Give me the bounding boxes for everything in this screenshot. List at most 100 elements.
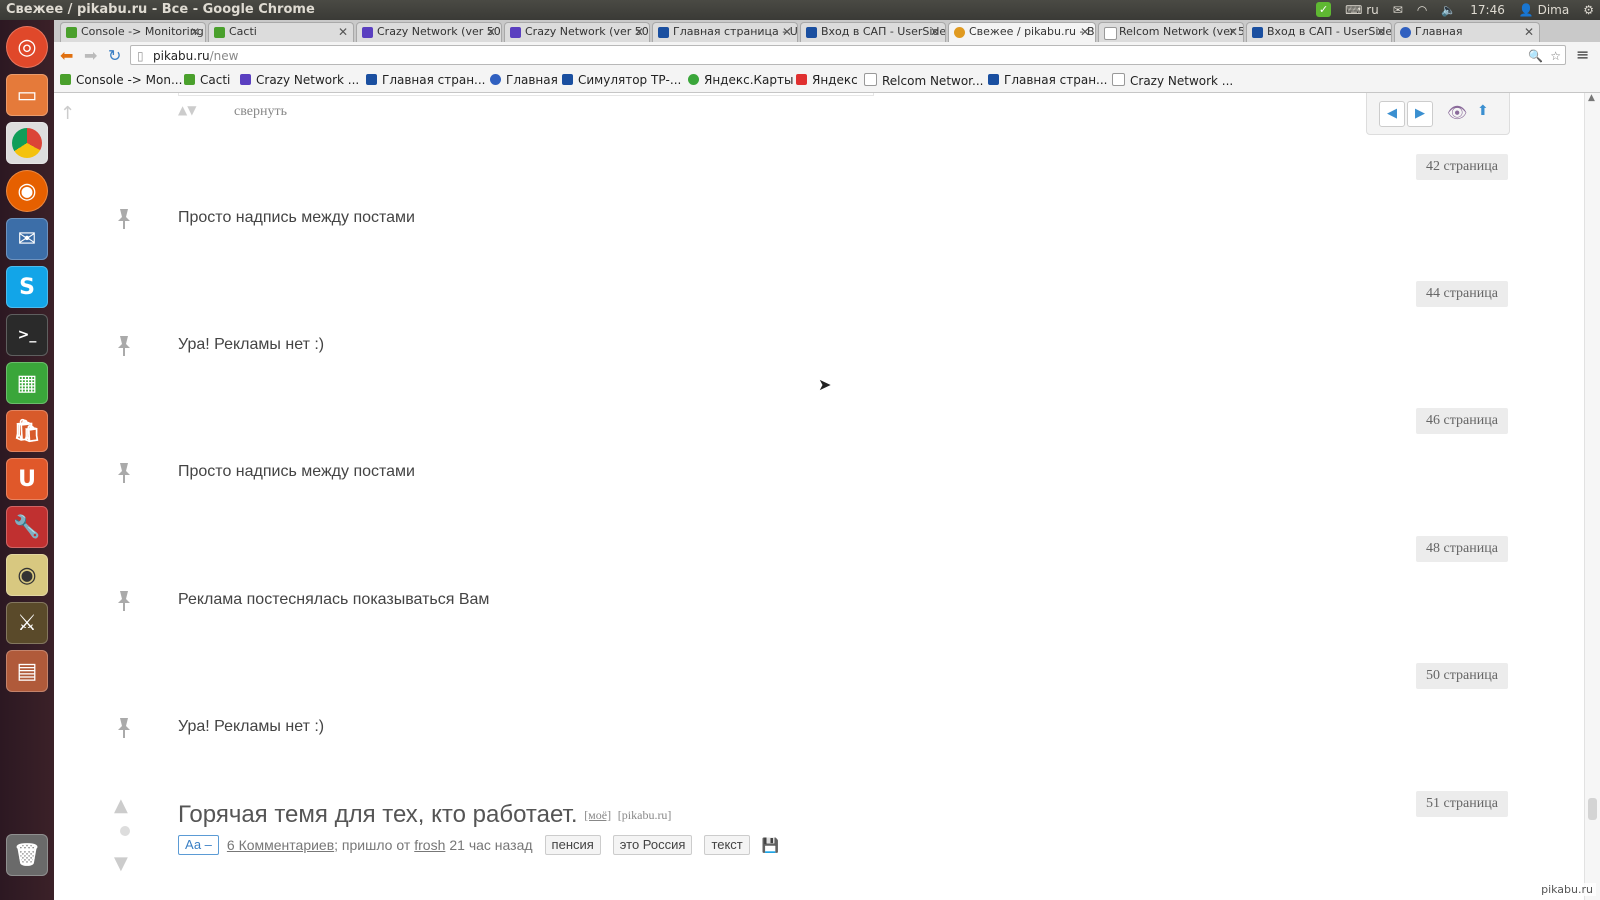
close-tab-icon[interactable]: ✕ [190,23,200,41]
update-ok-icon[interactable]: ✓ [1316,2,1332,17]
close-tab-icon[interactable]: ✕ [486,23,496,41]
rate-down-icon[interactable]: ▼ [114,853,128,874]
vote-up-icon[interactable]: ▲▼ [178,103,196,117]
tab-7[interactable]: Relcom Network (ver 5 ✕ [1098,22,1244,42]
thunderbird-icon[interactable]: ✉ [6,218,48,260]
inter-post-message: Ура! Рекламы нет :) [178,336,325,353]
settings-gear-icon[interactable]: ⚙ [1583,3,1594,17]
scroll-up-icon[interactable]: ⬆ [1477,103,1489,119]
tab-8[interactable]: Вход в САП - UserSide ✕ [1246,22,1392,42]
software-center-icon[interactable]: 🛍 [6,410,48,452]
save-post-icon[interactable]: 💾 [762,837,779,854]
tab-favicon [214,27,225,38]
workspace-switcher-icon[interactable]: ▤ [6,650,48,692]
bookmark-3[interactable]: Главная стран... [366,73,486,87]
bookmark-label: Главная стран... [382,73,486,87]
tab-label: Crazy Network (ver 50. [525,25,650,38]
pin-icon [118,209,130,229]
tab-2[interactable]: Crazy Network (ver 50. ✕ [356,22,502,42]
tab-favicon [1252,27,1263,38]
collapse-link[interactable]: свернуть [234,104,287,120]
close-tab-icon[interactable]: ✕ [930,23,940,41]
clock[interactable]: 17:46 [1470,3,1505,17]
tab-3[interactable]: Crazy Network (ver 50. ✕ [504,22,650,42]
mine-tag[interactable]: [моё] [584,808,611,822]
files-icon[interactable]: ▭ [6,74,48,116]
back-arrow-icon[interactable]: ⬅ [60,46,73,65]
zoom-icon[interactable]: 🔍 [1528,46,1543,66]
volume-icon[interactable]: 🔈 [1441,3,1456,17]
close-tab-icon[interactable]: ✕ [338,23,348,41]
pin-icon [118,463,130,483]
close-tab-icon[interactable]: ✕ [1080,23,1090,41]
next-post-button[interactable]: ▶ [1407,101,1433,127]
bookmark-1[interactable]: Cacti [184,73,230,87]
tag-chip[interactable]: текст [704,835,750,855]
comments-link[interactable]: 6 Комментариев [227,837,334,853]
chrome-menu-icon[interactable]: ≡ [1576,45,1589,64]
system-settings-icon[interactable]: 🔧 [6,506,48,548]
url-path: /new [209,49,239,63]
close-tab-icon[interactable]: ✕ [782,23,792,41]
post-title-text[interactable]: Горячая темя для тех, кто работает. [178,801,578,828]
post-title[interactable]: Горячая темя для тех, кто работает. [моё… [178,801,671,829]
dash-home-icon[interactable]: ◎ [6,26,48,68]
bookmark-2[interactable]: Crazy Network ... [240,73,359,87]
reload-icon[interactable]: ↻ [108,46,121,65]
address-bar[interactable]: ▯ pikabu.ru/new 🔍 ☆ [130,45,1566,65]
speaker-icon[interactable]: ◉ [6,554,48,596]
bookmark-9[interactable]: Главная стран... [988,73,1108,87]
tab-4[interactable]: Главная страница - Use ✕ [652,22,798,42]
author-link[interactable]: frosh [414,837,445,853]
bookmark-favicon [366,74,377,85]
bookmark-8[interactable]: Relcom Networ... [864,73,983,88]
bookmark-0[interactable]: Console -> Mon... [60,73,182,87]
user-name: Dima [1537,2,1570,17]
page-scrollbar[interactable]: ▲ [1584,93,1600,900]
scroll-up-arrow-icon[interactable]: ▲ [1588,93,1595,103]
close-tab-icon[interactable]: ✕ [1524,23,1534,41]
page-icon: ▯ [137,49,144,63]
prev-post-button[interactable]: ◀ [1379,101,1405,127]
ubuntu-one-icon[interactable]: U [6,458,48,500]
spreadsheet-icon[interactable]: ▦ [6,362,48,404]
hide-viewed-icon[interactable]: 👁 [1447,103,1467,122]
close-tab-icon[interactable]: ✕ [1376,23,1386,41]
tab-label: Главная [1415,25,1463,38]
tab-9[interactable]: Главная ✕ [1394,22,1540,42]
tag-chip[interactable]: это Россия [612,835,693,855]
bookmark-4[interactable]: Главная [490,73,558,87]
rate-up-icon[interactable]: ▲ [114,795,128,816]
tab-label: Вход в САП - UserSide [1267,25,1392,38]
scroll-top-arrow-icon[interactable]: ↑ [60,103,75,124]
shield-game-icon[interactable]: ⚔ [6,602,48,644]
bookmark-6[interactable]: Яндекс.Карты [688,73,793,87]
bookmark-star-icon[interactable]: ☆ [1550,46,1561,66]
skype-icon[interactable]: S [6,266,48,308]
trash-icon[interactable]: 🗑 [6,834,48,876]
scroll-thumb[interactable] [1588,798,1597,820]
bookmark-5[interactable]: Симулятор ТР-... [562,73,681,87]
forward-arrow-icon[interactable]: ➡ [84,46,97,65]
bookmark-10[interactable]: Crazy Network ... [1112,73,1233,88]
tab-label: Главная страница - Use [673,25,798,38]
terminal-icon[interactable]: >_ [6,314,48,356]
firefox-icon[interactable]: ◉ [6,170,48,212]
user-menu[interactable]: 👤 Dima [1519,3,1569,17]
tag-chip[interactable]: пенсия [544,835,601,855]
bookmark-7[interactable]: Яндекс [796,73,858,87]
bookmarks-bar: Console -> Mon... Cacti Crazy Network ..… [54,68,1600,93]
tab-6-active[interactable]: Свежее / pikabu.ru - Вс ✕ [948,22,1096,42]
close-tab-icon[interactable]: ✕ [634,23,644,41]
tab-5[interactable]: Вход в САП - UserSide ✕ [800,22,946,42]
font-size-toggle[interactable]: Аа – [178,835,219,855]
tab-0[interactable]: Console -> Monitoring ✕ [60,22,206,42]
mail-icon[interactable]: ✉ [1393,3,1403,17]
unity-launcher: ◎ ▭ ◉ ✉ S >_ ▦ 🛍 U 🔧 ◉ ⚔ ▤ 🗑 [0,20,54,900]
wifi-icon[interactable]: ◠ [1417,3,1427,17]
tab-1[interactable]: Cacti ✕ [208,22,354,42]
keyboard-indicator[interactable]: ⌨ ru [1345,3,1379,17]
close-tab-icon[interactable]: ✕ [1228,23,1238,41]
tab-label: Relcom Network (ver 5 [1119,25,1244,38]
chrome-icon[interactable] [6,122,48,164]
